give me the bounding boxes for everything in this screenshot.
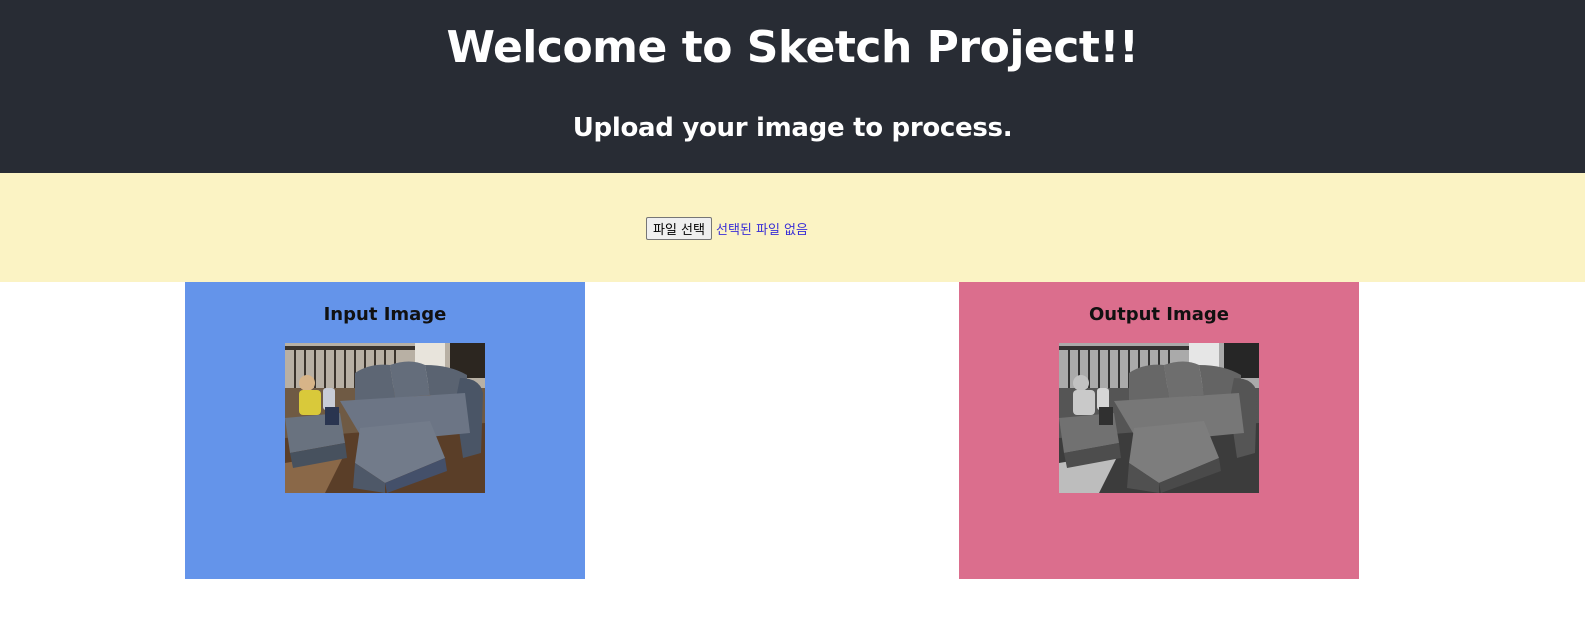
file-status-text: 선택된 파일 없음 [715,222,808,238]
app-header: Welcome to Sketch Project!! Upload your … [0,0,1585,173]
page-subtitle: Upload your image to process. [572,113,1013,143]
file-input[interactable]: 파일 선택 선택된 파일 없음 [646,216,808,240]
input-image [285,343,485,493]
output-image [1059,343,1259,493]
page-title: Welcome to Sketch Project!! [446,22,1139,73]
choose-file-button[interactable]: 파일 선택 [646,216,712,240]
output-image-label: Output Image [1089,304,1229,325]
photo-grayscale-icon [1059,343,1259,493]
input-image-label: Input Image [323,304,447,325]
input-image-panel: Input Image [185,282,585,579]
upload-section: 파일 선택 선택된 파일 없음 [0,173,1585,282]
output-image-panel: Output Image [959,282,1359,579]
photo-color-icon [285,343,485,493]
